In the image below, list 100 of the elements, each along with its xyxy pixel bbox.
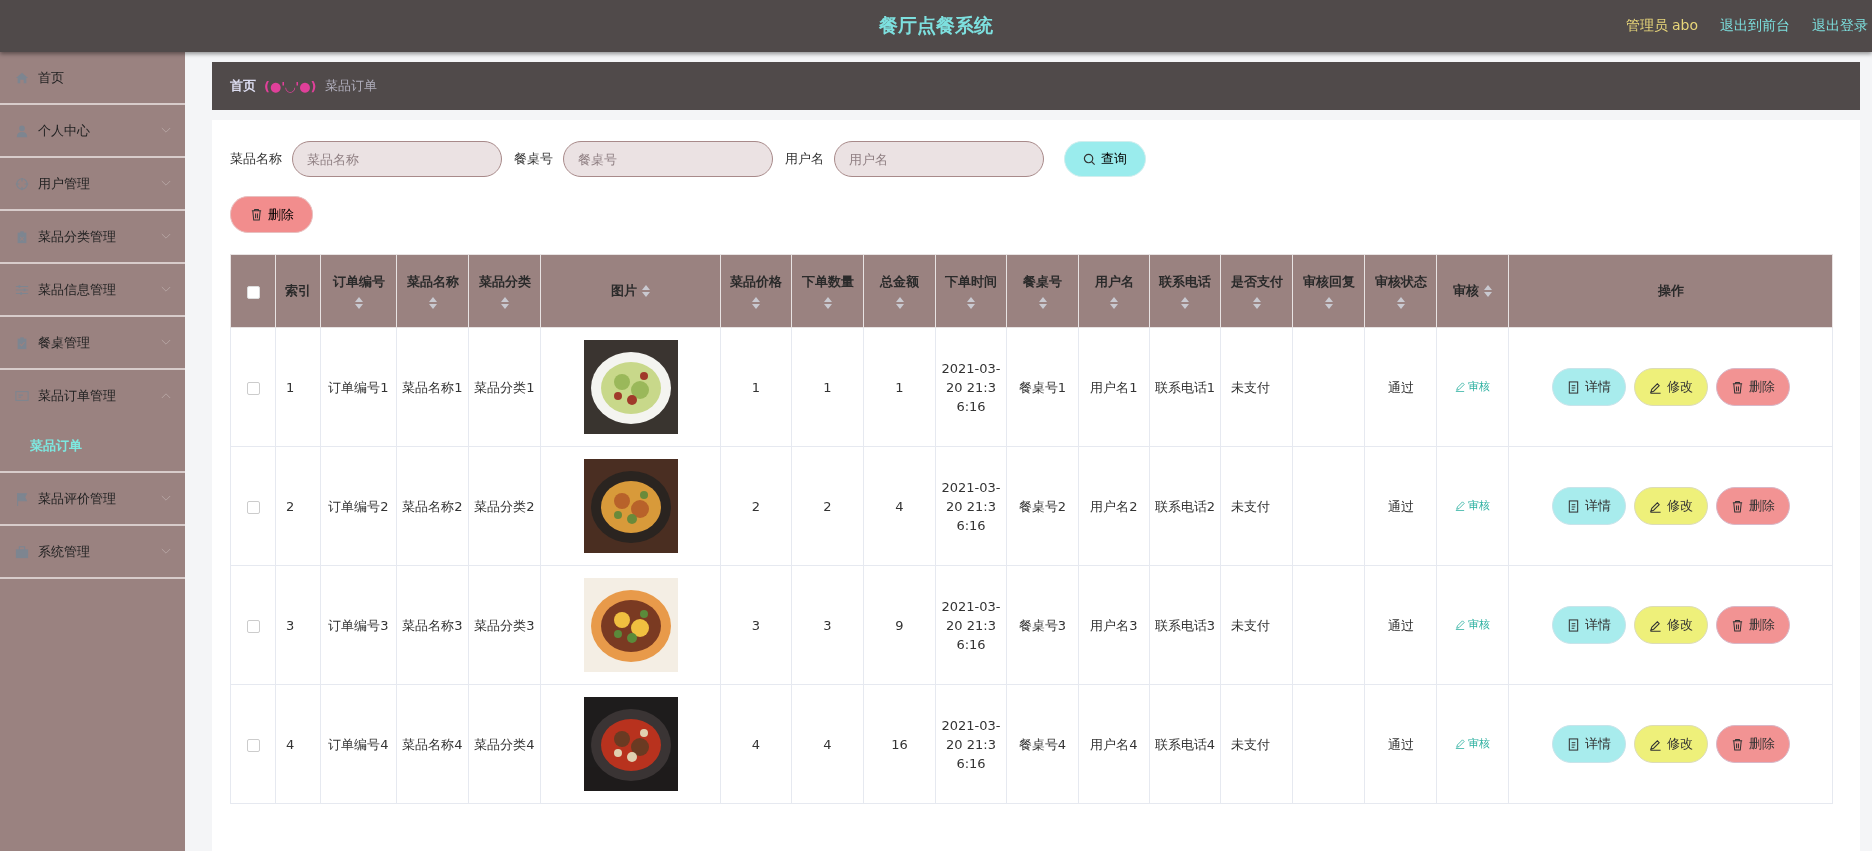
- pencil-icon: [1455, 738, 1465, 749]
- sidebar-item[interactable]: 菜品订单管理: [0, 370, 185, 421]
- review-link[interactable]: 审核: [1455, 496, 1490, 516]
- table-cell: 1: [720, 327, 792, 447]
- column-header[interactable]: 总金额: [863, 254, 936, 328]
- flag-icon: [15, 491, 29, 506]
- delete-button[interactable]: 删除: [1715, 606, 1790, 644]
- table-cell: 菜品分类3: [468, 565, 541, 685]
- search-field[interactable]: 菜品名称: [292, 141, 502, 177]
- trash-icon: [1730, 499, 1744, 513]
- document-icon: [1566, 380, 1580, 394]
- delete-button[interactable]: 删除: [1715, 487, 1790, 525]
- checkbox[interactable]: [246, 285, 260, 299]
- header-link[interactable]: 退出登录: [1812, 17, 1868, 35]
- sidebar-item[interactable]: 菜品分类管理: [0, 211, 185, 262]
- table-cell: 1: [275, 327, 321, 447]
- sliders-icon: [15, 282, 29, 297]
- column-header[interactable]: 订单编号: [320, 254, 397, 328]
- pencil-icon: [1648, 380, 1662, 394]
- trash-icon: [1730, 380, 1744, 394]
- sort-icon[interactable]: [967, 297, 975, 309]
- edit-button[interactable]: 修改: [1633, 487, 1708, 525]
- column-header[interactable]: 下单时间: [935, 254, 1007, 328]
- checkbox[interactable]: [246, 500, 260, 514]
- table-cell: 菜品分类2: [468, 446, 541, 566]
- column-header[interactable]: 审核状态: [1364, 254, 1437, 328]
- review-link[interactable]: 审核: [1455, 377, 1490, 397]
- table-cell: 菜品名称3: [396, 565, 469, 685]
- sidebar-item[interactable]: 个人中心: [0, 105, 185, 156]
- table-cell: 2021-03-20 21:36:16: [935, 327, 1007, 447]
- detail-button[interactable]: 详情: [1551, 487, 1626, 525]
- table-cell: 2021-03-20 21:36:16: [935, 446, 1007, 566]
- column-header[interactable]: 菜品名称: [396, 254, 469, 328]
- sort-icon[interactable]: [895, 297, 904, 309]
- table-cell: 餐桌号3: [1006, 565, 1079, 685]
- sidebar-item[interactable]: 用户管理: [0, 158, 185, 209]
- column-header[interactable]: 菜品分类: [468, 254, 541, 328]
- column-header[interactable]: 联系电话: [1149, 254, 1221, 328]
- pencil-icon: [1648, 499, 1662, 513]
- table-cell: 联系电话1: [1149, 327, 1221, 447]
- sidebar-item[interactable]: 餐桌管理: [0, 317, 185, 368]
- table-cell: 未支付: [1220, 446, 1293, 566]
- column-header[interactable]: 餐桌号: [1006, 254, 1079, 328]
- edit-button[interactable]: 修改: [1633, 368, 1708, 406]
- table-cell: 联系电话2: [1149, 446, 1221, 566]
- detail-button[interactable]: 详情: [1551, 606, 1626, 644]
- sort-icon[interactable]: [1324, 297, 1333, 309]
- column-header[interactable]: 菜品价格: [720, 254, 792, 328]
- sort-icon[interactable]: [1038, 297, 1047, 309]
- search-field[interactable]: 用户名: [834, 141, 1044, 177]
- column-header[interactable]: 审核回复: [1292, 254, 1365, 328]
- sort-icon[interactable]: [1110, 297, 1118, 309]
- column-header[interactable]: 审核: [1436, 254, 1509, 328]
- table-cell: 菜品分类1: [468, 327, 541, 447]
- field-label: 用户名: [785, 150, 824, 168]
- edit-button[interactable]: 修改: [1633, 606, 1708, 644]
- table-cell: 通过: [1364, 446, 1437, 566]
- checkbox[interactable]: [246, 738, 260, 752]
- review-link[interactable]: 审核: [1455, 615, 1490, 635]
- sort-icon[interactable]: [1396, 297, 1405, 309]
- column-header[interactable]: 下单数量: [791, 254, 864, 328]
- column-header[interactable]: 图片: [540, 254, 721, 328]
- edit-button[interactable]: 修改: [1633, 725, 1708, 763]
- checkbox[interactable]: [246, 619, 260, 633]
- column-header[interactable]: 用户名: [1078, 254, 1150, 328]
- detail-button[interactable]: 详情: [1551, 725, 1626, 763]
- table-cell: 用户名1: [1078, 327, 1150, 447]
- search-button[interactable]: 查询: [1064, 141, 1146, 177]
- sort-icon[interactable]: [752, 297, 760, 309]
- sidebar-subitem[interactable]: 菜品订单: [0, 421, 185, 471]
- document-icon: [1566, 499, 1580, 513]
- sidebar-item[interactable]: 系统管理: [0, 526, 185, 577]
- sidebar-item[interactable]: 菜品评价管理: [0, 473, 185, 524]
- sidebar-item[interactable]: 菜品信息管理: [0, 264, 185, 315]
- sort-icon[interactable]: [1181, 297, 1189, 309]
- sort-icon[interactable]: [500, 297, 509, 309]
- sort-icon[interactable]: [642, 285, 650, 297]
- delete-button[interactable]: 删除: [1715, 368, 1790, 406]
- breadcrumb-link[interactable]: 首页: [230, 77, 256, 95]
- sort-icon[interactable]: [428, 297, 437, 309]
- column-header[interactable]: 是否支付: [1220, 254, 1293, 328]
- sort-icon[interactable]: [823, 297, 832, 309]
- sidebar-item[interactable]: 首页: [0, 52, 185, 103]
- table-cell: 通过: [1364, 684, 1437, 804]
- delete-button[interactable]: 删除: [230, 196, 313, 233]
- search-field[interactable]: 餐桌号: [563, 141, 773, 177]
- table-cell: 4: [863, 446, 936, 566]
- user-label: 管理员 abo: [1625, 17, 1698, 35]
- table-cell: 用户名4: [1078, 684, 1150, 804]
- sort-icon[interactable]: [1484, 285, 1492, 297]
- sort-icon[interactable]: [354, 297, 363, 309]
- review-link[interactable]: 审核: [1455, 734, 1490, 754]
- sort-icon[interactable]: [1252, 297, 1261, 309]
- checkbox[interactable]: [246, 381, 260, 395]
- header-link[interactable]: 退出到前台: [1720, 17, 1790, 35]
- delete-button[interactable]: 删除: [1715, 725, 1790, 763]
- card-icon: [15, 388, 29, 403]
- table-cell: 2: [275, 446, 321, 566]
- trash-icon: [249, 208, 263, 221]
- detail-button[interactable]: 详情: [1551, 368, 1626, 406]
